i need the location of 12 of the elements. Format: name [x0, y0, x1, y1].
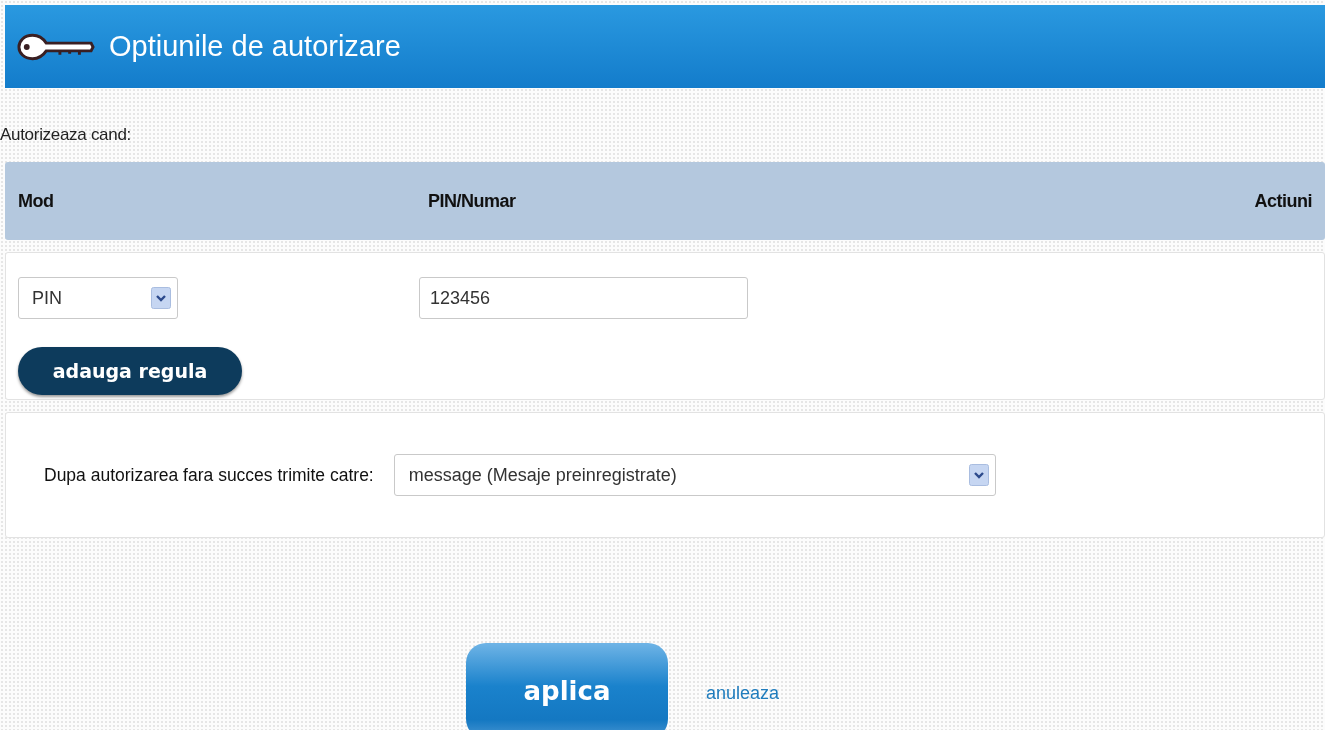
add-rule-button[interactable]: adauga regula — [18, 347, 242, 395]
dropdown[interactable]: message (Mesaje preinregistrate) — [393, 454, 996, 496]
section-label: Autorizeaza cand: — [0, 125, 132, 146]
input-field[interactable]: 123456 — [419, 277, 748, 319]
apply-button[interactable]: aplica — [465, 643, 668, 730]
column-header: Mod — [17, 190, 55, 212]
field-label: Dupa autorizarea fara succes trimite catre: — [44, 464, 374, 486]
column-header: Actiuni — [1254, 190, 1313, 212]
page-title: Optiunile de autorizare — [109, 30, 401, 63]
column-header: PIN/Numar — [428, 190, 517, 212]
cancel-link[interactable]: anuleaza — [705, 682, 780, 704]
dropdown[interactable]: PIN — [18, 277, 178, 319]
